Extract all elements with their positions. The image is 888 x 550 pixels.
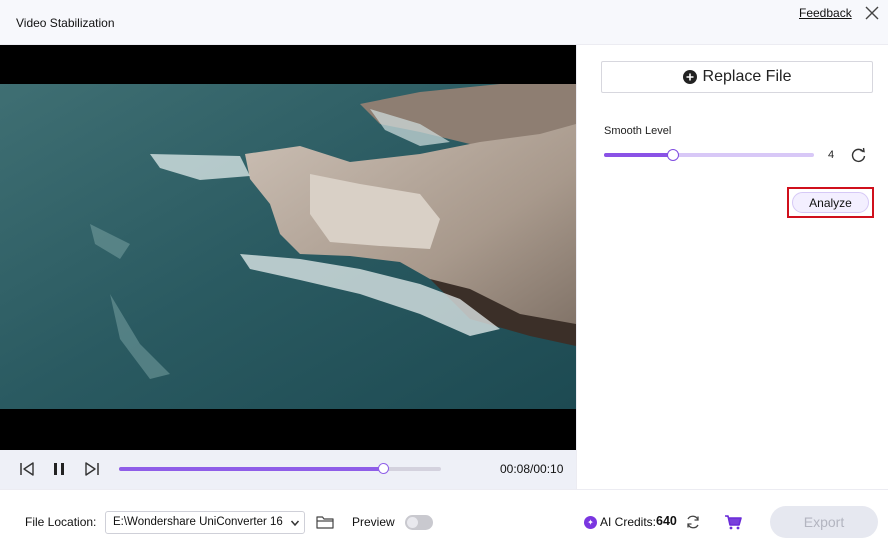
progress-fill [119, 467, 384, 471]
window-title: Video Stabilization [16, 16, 115, 30]
file-location-label: File Location: [25, 515, 97, 529]
analyze-button[interactable]: Analyze [792, 192, 869, 213]
export-button[interactable]: Export [770, 506, 878, 538]
preview-toggle[interactable] [405, 515, 433, 530]
settings-panel: Replace File Smooth Level 4 Analyze [576, 45, 888, 489]
file-location-select[interactable]: E:\Wondershare UniConverter 16 [105, 511, 305, 534]
skip-back-icon[interactable] [18, 460, 36, 478]
feedback-link[interactable]: Feedback [799, 6, 852, 20]
title-bar: Video Stabilization Feedback [0, 0, 888, 45]
skip-forward-icon[interactable] [83, 460, 101, 478]
pause-icon[interactable] [50, 460, 68, 478]
footer-bar: File Location: E:\Wondershare UniConvert… [0, 489, 888, 550]
video-preview [0, 45, 576, 450]
smooth-level-value: 4 [828, 149, 835, 161]
ai-credits-value: 640 [656, 514, 677, 528]
preview-label: Preview [352, 515, 395, 529]
playback-time: 00:08/00:10 [500, 462, 564, 476]
slider-thumb[interactable] [667, 149, 680, 161]
plus-circle-icon [682, 70, 697, 84]
refresh-icon[interactable] [685, 514, 701, 530]
reset-icon[interactable] [850, 147, 867, 164]
video-frame [0, 84, 576, 409]
analyze-highlight: Analyze [787, 187, 874, 218]
smooth-level-slider[interactable] [604, 149, 814, 161]
video-progress-bar[interactable] [119, 463, 441, 474]
close-icon[interactable] [864, 5, 880, 21]
folder-icon[interactable] [316, 514, 334, 530]
cart-icon[interactable] [724, 514, 742, 530]
file-path-value: E:\Wondershare UniConverter 16 [113, 516, 283, 528]
replace-file-button[interactable]: Replace File [601, 61, 873, 93]
progress-thumb[interactable] [378, 463, 390, 474]
replace-file-label: Replace File [702, 68, 792, 85]
player-controls: 00:08/00:10 [0, 450, 576, 489]
toggle-knob [407, 517, 418, 528]
smooth-level-label: Smooth Level [604, 125, 672, 137]
slider-fill [604, 153, 674, 157]
ai-credits-icon: ✦ [584, 516, 597, 529]
chevron-down-icon [290, 520, 300, 527]
ai-credits-label: AI Credits: [600, 515, 657, 529]
